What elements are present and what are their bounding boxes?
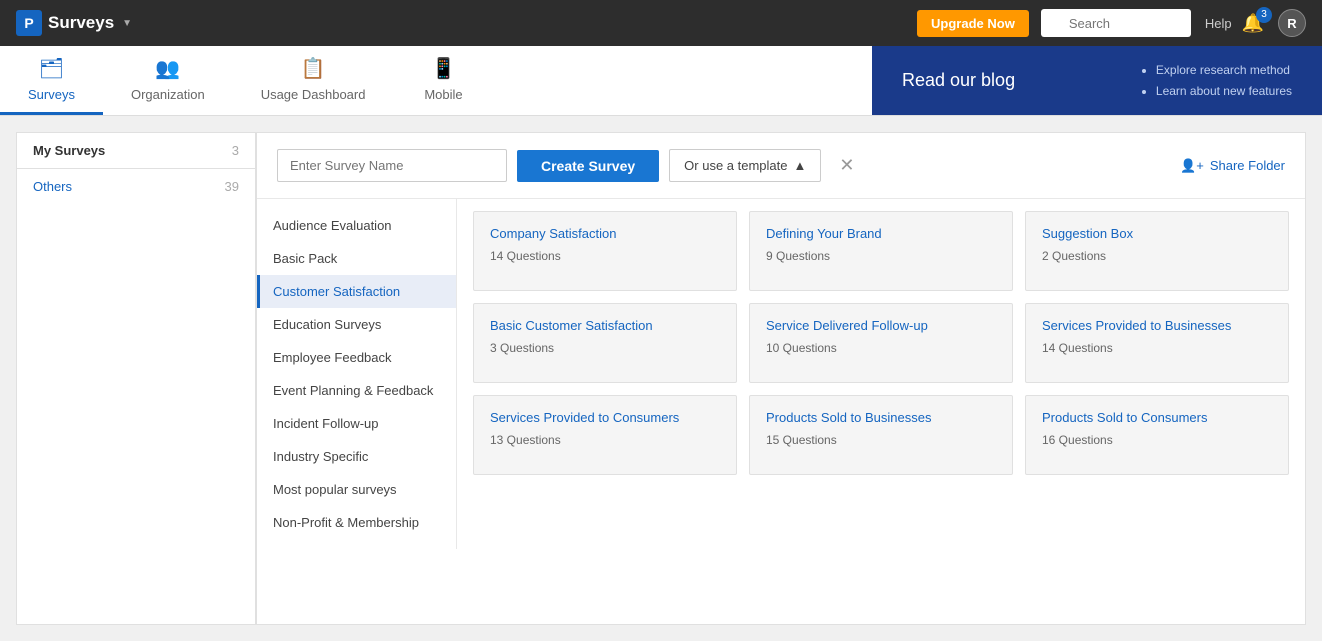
template-title-basic-customer-satisfaction: Basic Customer Satisfaction [490,318,720,335]
template-questions-service-delivered-followup: 10 Questions [766,341,996,355]
create-survey-button[interactable]: Create Survey [517,150,659,182]
blog-bullet-2: Learn about new features [1156,81,1292,101]
template-questions-defining-your-brand: 9 Questions [766,249,996,263]
template-questions-company-satisfaction: 14 Questions [490,249,720,263]
blog-bullets: Explore research method Learn about new … [1138,60,1292,101]
organization-tab-icon: 👥 [155,56,180,81]
create-bar: Create Survey Or use a template ▲ ✕ 👤+ S… [257,133,1305,199]
others-count: 39 [225,179,239,194]
share-folder-icon: 👤+ [1180,158,1204,174]
template-categories: Audience Evaluation Basic Pack Customer … [257,199,457,549]
template-card-products-sold-businesses[interactable]: Products Sold to Businesses 15 Questions [749,395,1013,475]
template-card-services-provided-consumers[interactable]: Services Provided to Consumers 13 Questi… [473,395,737,475]
left-sidebar: My Surveys 3 Others 39 [16,132,256,625]
category-basic-pack[interactable]: Basic Pack [257,242,456,275]
template-questions-suggestion-box: 2 Questions [1042,249,1272,263]
template-btn-label: Or use a template [684,158,787,173]
template-questions-products-sold-consumers: 16 Questions [1042,433,1272,447]
tab-usage-dashboard[interactable]: 📋 Usage Dashboard [233,46,394,115]
template-title-services-provided-consumers: Services Provided to Consumers [490,410,720,427]
upgrade-now-button[interactable]: Upgrade Now [917,10,1029,37]
tab-surveys[interactable]: 🗂 Surveys [0,46,103,115]
top-navbar: P Surveys ▼ Upgrade Now 🔍 Help 🔔 3 R [0,0,1322,46]
template-title-defining-your-brand: Defining Your Brand [766,226,996,243]
template-btn-caret-icon: ▲ [794,158,807,173]
template-card-suggestion-box[interactable]: Suggestion Box 2 Questions [1025,211,1289,291]
template-title-products-sold-consumers: Products Sold to Consumers [1042,410,1272,427]
template-title-suggestion-box: Suggestion Box [1042,226,1272,243]
tab-surveys-label: Surveys [28,87,75,102]
category-customer-satisfaction[interactable]: Customer Satisfaction [257,275,456,308]
notification-badge: 3 [1256,7,1272,23]
template-card-services-provided-businesses[interactable]: Services Provided to Businesses 14 Quest… [1025,303,1289,383]
template-card-basic-customer-satisfaction[interactable]: Basic Customer Satisfaction 3 Questions [473,303,737,383]
my-surveys-label: My Surveys [33,143,105,158]
avatar-button[interactable]: R [1278,9,1306,37]
close-template-button[interactable]: ✕ [835,151,858,180]
blog-banner[interactable]: Read our blog Explore research method Le… [872,46,1322,115]
tab-organization[interactable]: 👥 Organization [103,46,233,115]
share-folder-button[interactable]: 👤+ Share Folder [1180,158,1285,174]
category-industry-specific[interactable]: Industry Specific [257,440,456,473]
main-content: My Surveys 3 Others 39 Create Survey Or … [0,116,1322,641]
template-title-company-satisfaction: Company Satisfaction [490,226,720,243]
category-education-surveys[interactable]: Education Surveys [257,308,456,341]
template-area: Audience Evaluation Basic Pack Customer … [257,199,1305,569]
share-folder-label: Share Folder [1210,158,1285,173]
category-most-popular[interactable]: Most popular surveys [257,473,456,506]
template-card-products-sold-consumers[interactable]: Products Sold to Consumers 16 Questions [1025,395,1289,475]
notifications-button[interactable]: 🔔 3 [1242,13,1264,34]
category-employee-feedback[interactable]: Employee Feedback [257,341,456,374]
template-questions-services-provided-consumers: 13 Questions [490,433,720,447]
tabs-bar: 🗂 Surveys 👥 Organization 📋 Usage Dashboa… [0,46,1322,116]
others-label: Others [33,179,72,194]
template-card-service-delivered-followup[interactable]: Service Delivered Follow-up 10 Questions [749,303,1013,383]
tab-usage-label: Usage Dashboard [261,87,366,102]
help-link[interactable]: Help [1205,16,1232,31]
others-item[interactable]: Others 39 [17,169,255,205]
template-title-services-provided-businesses: Services Provided to Businesses [1042,318,1272,335]
mobile-tab-icon: 📱 [431,56,456,81]
template-title-products-sold-businesses: Products Sold to Businesses [766,410,996,427]
my-surveys-count: 3 [232,143,239,158]
search-wrapper: 🔍 [1041,9,1191,37]
category-non-profit[interactable]: Non-Profit & Membership [257,506,456,539]
survey-name-input[interactable] [277,149,507,182]
template-card-defining-your-brand[interactable]: Defining Your Brand 9 Questions [749,211,1013,291]
template-questions-products-sold-businesses: 15 Questions [766,433,996,447]
template-questions-basic-customer-satisfaction: 3 Questions [490,341,720,355]
brand-name: Surveys [48,13,114,33]
tab-mobile-label: Mobile [424,87,462,102]
p-logo-icon: P [16,10,42,36]
template-grid: Company Satisfaction 14 Questions Defini… [457,199,1305,549]
template-questions-services-provided-businesses: 14 Questions [1042,341,1272,355]
template-title-service-delivered-followup: Service Delivered Follow-up [766,318,996,335]
surveys-tab-icon: 🗂 [39,56,64,81]
usage-tab-icon: 📋 [301,56,326,81]
brand-logo[interactable]: P Surveys ▼ [16,10,142,36]
use-template-button[interactable]: Or use a template ▲ [669,149,821,182]
tab-mobile[interactable]: 📱 Mobile [393,46,493,115]
right-panel: Create Survey Or use a template ▲ ✕ 👤+ S… [256,132,1306,625]
category-audience-evaluation[interactable]: Audience Evaluation [257,209,456,242]
template-card-company-satisfaction[interactable]: Company Satisfaction 14 Questions [473,211,737,291]
category-incident-followup[interactable]: Incident Follow-up [257,407,456,440]
brand-caret-icon: ▼ [122,18,132,29]
category-event-planning[interactable]: Event Planning & Feedback [257,374,456,407]
search-input[interactable] [1041,9,1191,37]
tabs-left: 🗂 Surveys 👥 Organization 📋 Usage Dashboa… [0,46,872,115]
blog-title: Read our blog [902,70,1015,91]
blog-bullet-1: Explore research method [1156,60,1292,80]
tab-organization-label: Organization [131,87,205,102]
my-surveys-item[interactable]: My Surveys 3 [17,133,255,169]
